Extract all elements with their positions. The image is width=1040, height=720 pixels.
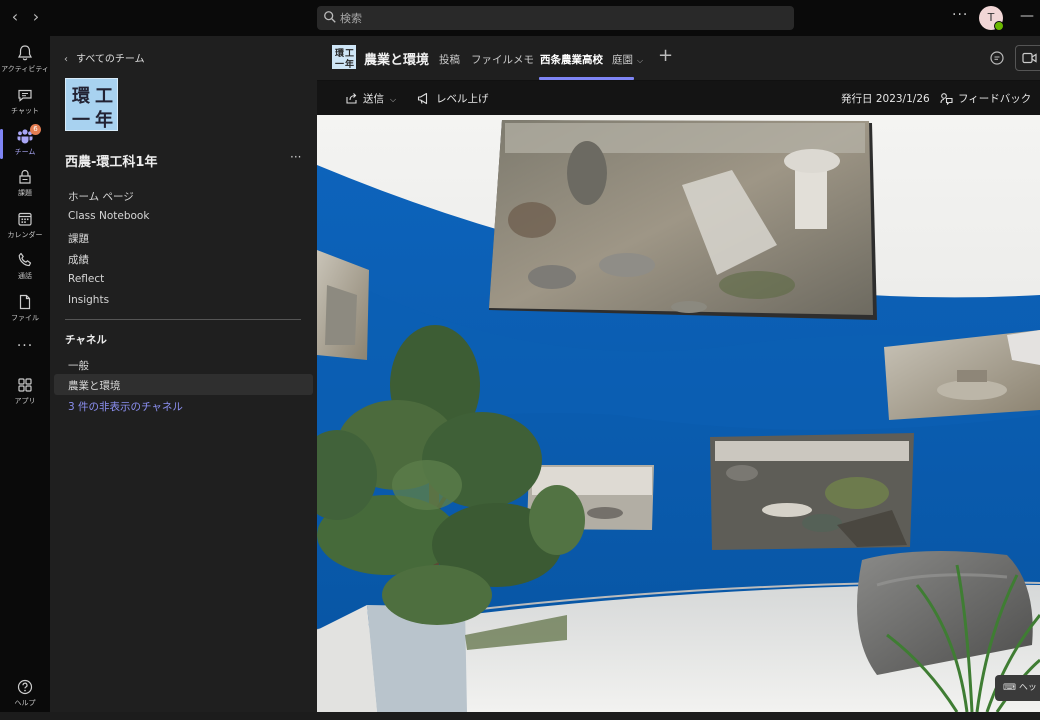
rail-label: カレンダー (7, 231, 43, 239)
all-teams-label: すべてのチーム (76, 54, 145, 65)
apps-icon (18, 378, 32, 392)
logo-glyph: 年 (345, 60, 355, 70)
rail-item-chat[interactable]: チャット (0, 86, 50, 116)
avatar-initial: T (987, 11, 995, 24)
chevron-left-icon: ‹ (64, 54, 68, 65)
title-bar: ‹ › 検索 ··· T — (0, 0, 1040, 36)
channel-general[interactable]: 一般 (68, 358, 89, 373)
hint-label: ヘッ (1018, 683, 1037, 693)
tab-saijo-agri-school[interactable]: 西条農業高校 (540, 52, 603, 67)
search-placeholder: 検索 (340, 12, 362, 25)
calendar-icon (18, 212, 32, 226)
nav-grades[interactable]: 成績 (68, 252, 89, 267)
keyboard-icon: ⌨ (1003, 683, 1019, 693)
logo-glyph: 工 (95, 86, 113, 107)
rail-label: アプリ (14, 397, 36, 405)
rail-label: 課題 (18, 189, 32, 197)
rail-item-assignments[interactable]: 課題 (0, 168, 50, 198)
issued-date: 発行日 2023/1/26 (841, 93, 930, 105)
search-input[interactable]: 検索 (317, 6, 794, 30)
team-more-icon[interactable]: ··· (290, 150, 301, 164)
rail-item-calls[interactable]: 通話 (0, 251, 50, 281)
team-logo: 環 工 一 年 (65, 78, 118, 131)
meet-button[interactable] (1015, 45, 1040, 71)
notification-badge: 6 (30, 124, 41, 135)
rail-label: ヘルプ (14, 699, 36, 707)
send-label: 送信 (363, 93, 384, 105)
help-icon (17, 679, 33, 695)
channel-header: 環 工 一 年 農業と環境 投稿 ファイル メモ 西条農業高校 庭園 ⌵ + (317, 36, 1040, 81)
phone-icon (18, 252, 32, 267)
forward-arrow-icon[interactable]: › (27, 8, 45, 26)
rail-label: ファイル (11, 314, 39, 322)
add-tab-icon[interactable]: + (658, 45, 673, 66)
all-teams-link[interactable]: ‹ すべてのチーム (64, 50, 145, 65)
rail-item-files[interactable]: ファイル (0, 293, 50, 323)
garden-scene-image (317, 115, 1040, 712)
rail-item-activity[interactable]: アクティビティ (0, 44, 50, 74)
more-apps-icon[interactable]: ··· (0, 338, 50, 354)
nav-reflect[interactable]: Reflect (68, 273, 104, 285)
rail-label: 通話 (18, 272, 32, 280)
channel-agriculture-environment[interactable]: 農業と環境 (68, 378, 121, 393)
divider (65, 319, 301, 320)
tab-posts[interactable]: 投稿 (439, 52, 460, 67)
feedback-icon (940, 93, 953, 106)
bell-icon (17, 45, 33, 61)
tab-toolbar: 送信 ⌵ レベル上げ 発行日 2023/1/26 フィードバック (317, 81, 1040, 115)
nav-home[interactable]: ホーム ページ (68, 189, 134, 204)
back-arrow-icon[interactable]: ‹ (6, 8, 24, 26)
channel-team-logo: 環 工 一 年 (332, 45, 356, 70)
share-icon (346, 93, 357, 104)
garden-3d-viewer[interactable]: ⌨ ヘッ (317, 115, 1040, 712)
logo-glyph: 年 (95, 110, 113, 131)
rail-item-calendar[interactable]: カレンダー (0, 210, 50, 240)
feedback-button[interactable]: フィードバック (940, 91, 1031, 106)
avatar[interactable]: T (979, 6, 1004, 31)
send-button[interactable]: 送信 ⌵ (345, 91, 396, 106)
level-up-button[interactable]: レベル上げ (417, 91, 489, 106)
chat-icon (18, 89, 32, 102)
nav-class-notebook[interactable]: Class Notebook (68, 210, 149, 222)
nav-insights[interactable]: Insights (68, 294, 109, 306)
channels-heading: チャネル (65, 334, 107, 346)
feedback-label: フィードバック (958, 93, 1032, 105)
megaphone-icon (417, 92, 428, 105)
app-rail: アクティビティ チャット 6 チーム 課題 カレンダー 通話 ファイル ··· … (0, 36, 50, 720)
conversation-icon[interactable] (989, 50, 1005, 66)
video-camera-icon (1022, 52, 1037, 64)
team-name: 西農-環工科1年 (65, 155, 158, 170)
channel-title: 農業と環境 (364, 53, 430, 68)
rail-item-apps[interactable]: アプリ (0, 376, 50, 406)
assignments-icon (19, 169, 31, 184)
help-hint-button[interactable]: ⌨ ヘッ (995, 675, 1040, 701)
hidden-channels-link[interactable]: 3 件の非表示のチャネル (68, 399, 183, 414)
tab-garden-label: 庭園 (612, 54, 633, 66)
rail-label: チャット (11, 107, 39, 115)
logo-glyph: 一 (335, 60, 345, 70)
level-up-label: レベル上げ (436, 93, 489, 105)
tab-garden[interactable]: 庭園 ⌵ (612, 52, 643, 67)
file-icon (19, 294, 31, 310)
rail-item-teams[interactable]: 6 チーム (0, 124, 50, 159)
logo-glyph: 環 (72, 86, 90, 107)
rail-label: アクティビティ (1, 65, 49, 73)
chevron-down-icon: ⌵ (390, 95, 397, 104)
minimize-button[interactable]: — (1020, 8, 1034, 24)
rail-label: チーム (14, 148, 36, 156)
tab-notes[interactable]: メモ (513, 52, 534, 67)
rail-item-help[interactable]: ヘルプ (0, 678, 50, 708)
active-tab-indicator (539, 77, 634, 80)
nav-assignments[interactable]: 課題 (68, 231, 89, 246)
team-panel: ‹ すべてのチーム 環 工 一 年 西農-環工科1年 ··· ホーム ページ Cl… (50, 36, 317, 720)
search-icon (324, 11, 336, 23)
logo-glyph: 一 (72, 110, 90, 131)
tab-files[interactable]: ファイル (471, 52, 513, 67)
more-options-icon[interactable]: ··· (952, 7, 968, 23)
presence-icon (994, 21, 1004, 31)
chevron-down-icon: ⌵ (637, 56, 644, 65)
taskbar-strip (0, 712, 1040, 720)
